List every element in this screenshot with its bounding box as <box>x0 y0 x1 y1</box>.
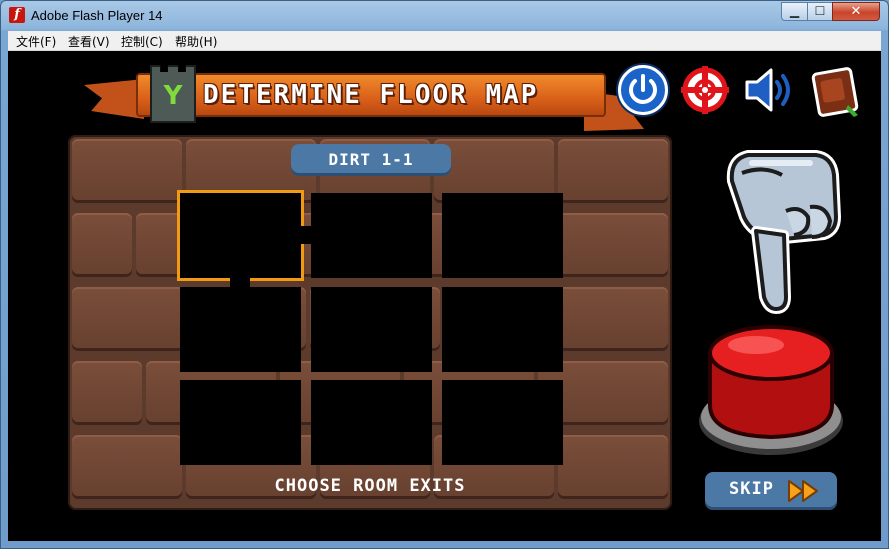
minimize-button[interactable]: ▁ <box>781 2 808 21</box>
skip-button[interactable]: SKIP <box>705 472 837 510</box>
spellbook-icon[interactable] <box>808 65 859 117</box>
crosshair-icon[interactable] <box>680 65 730 115</box>
speaker-icon[interactable] <box>743 65 793 115</box>
title-bar[interactable]: f Adobe Flash Player 14 ▁ ☐ ✕ <box>1 1 888 31</box>
menu-help[interactable]: 帮助(H) <box>175 33 217 50</box>
close-icon: ✕ <box>850 4 862 19</box>
maximize-button[interactable]: ☐ <box>807 2 833 21</box>
menu-view[interactable]: 查看(V) <box>68 33 110 50</box>
instruction-text: CHOOSE ROOM EXITS <box>274 476 466 496</box>
window-title: Adobe Flash Player 14 <box>31 8 163 23</box>
minimize-icon: ▁ <box>789 4 800 18</box>
fast-forward-icon <box>788 480 818 502</box>
skip-label: SKIP <box>729 479 774 499</box>
flash-player-window: f Adobe Flash Player 14 ▁ ☐ ✕ 文件(F) 查看(V… <box>0 0 889 549</box>
maximize-icon: ☐ <box>814 4 826 18</box>
menu-file[interactable]: 文件(F) <box>16 33 56 50</box>
close-button[interactable]: ✕ <box>832 2 880 21</box>
menu-bar: 文件(F) 查看(V) 控制(C) 帮助(H) <box>8 31 881 51</box>
pointing-hand-icon <box>724 147 852 317</box>
big-red-button[interactable] <box>696 313 846 463</box>
flash-app-icon: f <box>9 7 25 23</box>
game-stage[interactable]: Y DETERMINE FLOOR MAP DIRT 1-1 CHOOSE RO… <box>8 51 881 541</box>
menu-control[interactable]: 控制(C) <box>121 33 163 50</box>
